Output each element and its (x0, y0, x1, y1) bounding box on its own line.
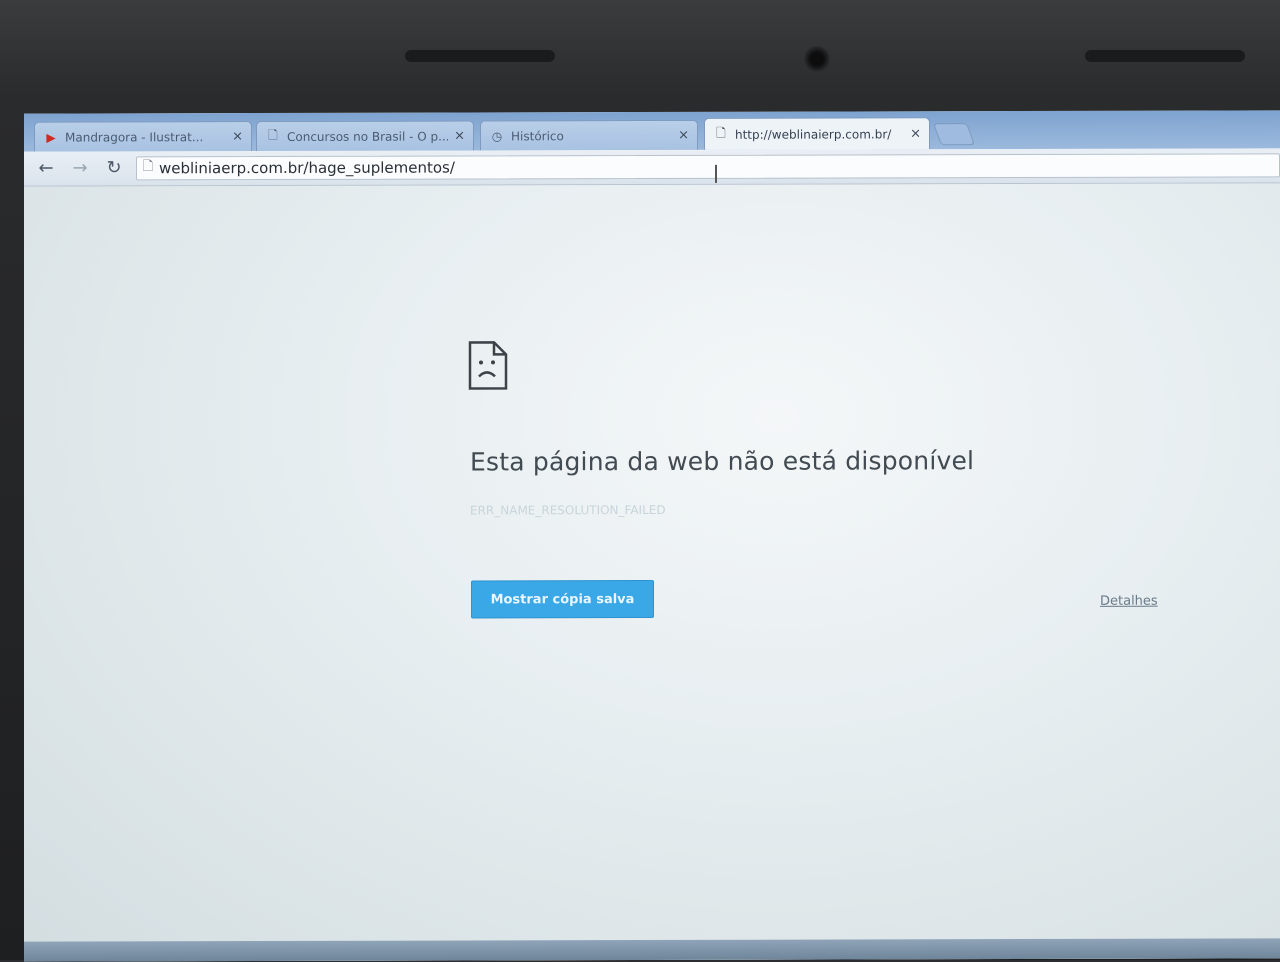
text-cursor (715, 164, 719, 183)
tab-historico[interactable]: ◷ Histórico × (480, 119, 698, 151)
webcam (804, 46, 830, 72)
browser-toolbar: ← → ↻ 🗋 webliniaerp.com.br/hage_suplemen… (24, 148, 1280, 187)
details-link[interactable]: Detalhes (1100, 594, 1158, 609)
tab-title: Mandragora - Ilustrat... (65, 129, 204, 145)
youtube-icon: ▶ (46, 130, 56, 145)
page-icon: 🗋 (716, 125, 726, 140)
back-button[interactable]: ← (34, 158, 58, 180)
close-tab-icon[interactable]: × (454, 128, 465, 143)
history-icon: ◷ (491, 128, 503, 143)
tab-youtube[interactable]: ▶ Mandragora - Ilustrat... × (34, 121, 252, 152)
reload-icon: ↻ (106, 157, 122, 179)
page-icon: 🗋 (268, 127, 278, 143)
tab-title: Concursos no Brasil - O p... (287, 129, 449, 144)
error-title: Esta página da web não está disponível (470, 446, 975, 477)
bezel-hinge-right (1085, 50, 1245, 62)
show-saved-copy-button[interactable]: Mostrar cópia salva (471, 579, 654, 619)
tab-concursos[interactable]: 🗋 Concursos no Brasil - O p... × (256, 120, 474, 152)
tab-title: http://weblinaierp.com.br/ (735, 126, 892, 142)
tab-active[interactable]: 🗋 http://weblinaierp.com.br/ × (704, 117, 930, 150)
tab-title: Histórico (511, 128, 564, 143)
tab-strip: ▶ Mandragora - Ilustrat... × 🗋 Concursos… (24, 110, 1280, 152)
error-page: Esta página da web não está disponível E… (24, 183, 1280, 962)
close-tab-icon[interactable]: × (910, 126, 921, 141)
close-tab-icon[interactable]: × (232, 129, 243, 144)
new-tab-button[interactable] (932, 123, 976, 146)
address-bar[interactable]: 🗋 webliniaerp.com.br/hage_suplementos/ (136, 153, 1280, 183)
arrow-left-icon: ← (38, 157, 54, 179)
page-icon: 🗋 (142, 159, 154, 175)
close-tab-icon[interactable]: × (678, 128, 689, 143)
url-text: webliniaerp.com.br/hage_suplementos/ (159, 158, 455, 178)
forward-button[interactable]: → (68, 157, 92, 179)
screen: ▶ Mandragora - Ilustrat... × 🗋 Concursos… (24, 110, 1280, 962)
error-code: ERR_NAME_RESOLUTION_FAILED (470, 502, 666, 518)
bezel-hinge-left (405, 50, 555, 62)
sad-page-icon (468, 341, 508, 390)
reload-button[interactable]: ↻ (102, 157, 126, 179)
taskbar (24, 938, 1280, 962)
arrow-right-icon: → (72, 157, 88, 179)
